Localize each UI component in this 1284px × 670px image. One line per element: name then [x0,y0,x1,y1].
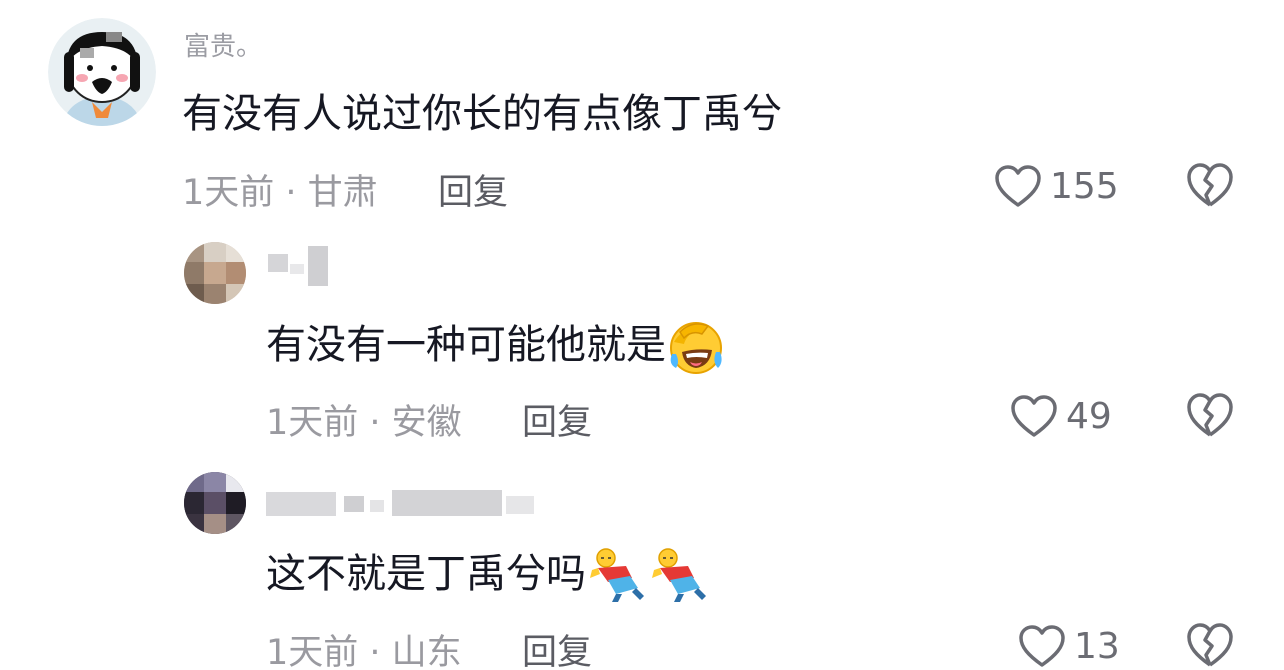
comment-item: 这不就是丁禹兮吗 1天前 · 山东 回复 13 [0,460,1284,670]
dislike-button[interactable] [1186,622,1234,670]
meta-separator: · [274,173,308,213]
reply-button[interactable]: 回复 [438,164,508,215]
reply-button[interactable]: 回复 [522,394,592,445]
comment-text: 这不就是丁禹兮吗 [266,548,710,604]
avatar[interactable] [184,242,246,304]
dislike-button[interactable] [1186,392,1234,440]
heart-outline-icon [1011,395,1057,437]
avatar[interactable] [184,472,246,534]
like-count: 49 [1066,395,1112,437]
meta-separator: · [358,633,392,670]
like-button[interactable]: 13 [1018,622,1120,670]
heart-outline-icon [995,165,1041,207]
comment-list: 富贵。 有没有人说过你长的有点像丁禹兮 1天前 · 甘肃 回复 155 有没有一… [0,0,1284,670]
like-count: 155 [1050,165,1119,207]
comment-location: 山东 [391,633,462,670]
rolling-cartoon-figure-icon [590,548,644,602]
comment-time: 1天前 [266,633,359,670]
comment-text-body: 有没有一种可能他就是 [266,322,666,368]
comment-item: 富贵。 有没有人说过你长的有点像丁禹兮 1天前 · 甘肃 回复 155 [0,0,1284,230]
meta-separator: · [358,403,392,443]
comment-item: 有没有一种可能他就是 1天前 · 安徽 回复 49 [0,230,1284,460]
like-count: 13 [1074,625,1120,667]
comment-text-body: 这不就是丁禹兮吗 [266,551,586,597]
comment-text: 有没有一种可能他就是 [266,318,726,376]
avatar[interactable] [48,18,156,126]
dislike-button[interactable] [1186,162,1234,210]
comment-text: 有没有人说过你长的有点像丁禹兮 [182,91,782,137]
heart-outline-icon [1019,625,1065,667]
reply-button[interactable]: 回复 [522,624,592,670]
username-redacted [266,486,536,520]
username[interactable]: 富贵。 [184,26,262,63]
comment-time: 1天前 [266,403,359,443]
comment-time: 1天前 [182,173,275,213]
comment-location: 安徽 [391,403,462,443]
like-button[interactable]: 49 [1010,392,1112,440]
broken-heart-icon [1187,163,1233,207]
username-redacted [268,246,332,286]
broken-heart-icon [1187,393,1233,437]
like-button[interactable]: 155 [994,162,1119,210]
comment-location: 甘肃 [307,173,378,213]
broken-heart-icon [1187,623,1233,667]
rolling-cartoon-figure-icon [652,548,706,602]
face-with-tears-of-joy-icon [670,322,722,374]
comment-meta: 1天前 · 山东 [266,624,462,670]
comment-meta: 1天前 · 甘肃 [182,164,378,215]
comment-meta: 1天前 · 安徽 [266,394,462,445]
